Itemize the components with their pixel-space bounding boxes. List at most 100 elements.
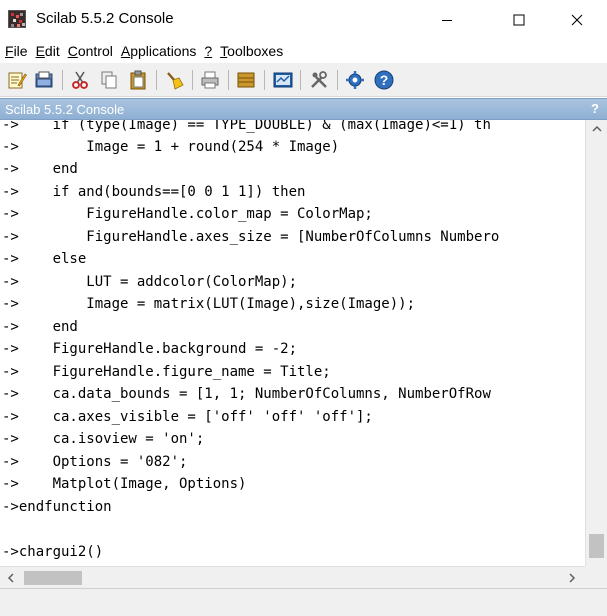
console-line: -> FigureHandle.axes_size = [NumberOfCol… <box>2 226 499 248</box>
console-code: Image = 1 + round(254 * Image) <box>18 139 340 155</box>
cut-icon <box>72 71 88 89</box>
scroll-right-button[interactable] <box>563 569 581 587</box>
console-line: -> FigureHandle.figure_name = Title; <box>2 361 331 383</box>
file-browser-button[interactable] <box>234 68 258 92</box>
horizontal-scrollbar[interactable] <box>0 566 585 588</box>
console-prompt: -> <box>2 120 19 133</box>
toolbar-separator <box>228 70 229 90</box>
console-line: -> if and(bounds==[0 0 1 1]) then <box>2 181 305 203</box>
console-prompt: -> <box>2 161 19 177</box>
console-line: -> FigureHandle.color_map = ColorMap; <box>2 203 373 225</box>
console-line: -> Options = '082'; <box>2 451 187 473</box>
console-line: -> LUT = addcolor(ColorMap); <box>2 271 297 293</box>
console-line: ->chargui2() <box>2 541 103 563</box>
variable-browser-icon <box>273 72 293 88</box>
console-title: Scilab 5.5.2 Console <box>5 102 125 117</box>
menu-file[interactable]: File <box>5 39 28 63</box>
print-button[interactable] <box>198 68 222 92</box>
console-prompt: -> <box>2 364 19 380</box>
console-output[interactable]: -> if (type(Image) == TYPE_DOUBLE) & (ma… <box>0 120 585 566</box>
console-help-button[interactable]: ? <box>591 101 599 116</box>
scroll-up-button[interactable] <box>586 120 607 138</box>
clear-console-button[interactable] <box>162 68 186 92</box>
demos-button[interactable] <box>343 68 367 92</box>
console-line: ->endfunction <box>2 496 112 518</box>
chevron-up-icon <box>591 125 602 132</box>
toolbar-separator <box>300 70 301 90</box>
close-icon <box>571 14 583 25</box>
horizontal-scroll-thumb[interactable] <box>24 571 82 585</box>
maximize-icon <box>513 14 525 25</box>
console-line: -> else <box>2 248 86 270</box>
chevron-left-icon <box>7 573 14 583</box>
scrollbar-corner <box>585 566 607 588</box>
menu-edit[interactable]: Edit <box>36 39 60 63</box>
console-prompt: -> <box>2 296 19 312</box>
console-prompt: -> <box>2 206 19 222</box>
console-prompt: -> <box>2 454 19 470</box>
console-line: -> Matplot(Image, Options) <box>2 473 246 495</box>
console-header: Scilab 5.5.2 Console ? <box>0 98 607 120</box>
console-code: if (type(Image) == TYPE_DOUBLE) & (max(I… <box>18 120 491 133</box>
console-prompt: -> <box>2 431 19 447</box>
minimize-button[interactable] <box>424 0 470 39</box>
console-code: FigureHandle.color_map = ColorMap; <box>18 206 373 222</box>
chevron-right-icon <box>569 573 576 583</box>
vertical-scroll-thumb[interactable] <box>589 534 604 558</box>
toolbar-separator <box>264 70 265 90</box>
console-code: endfunction <box>18 499 112 515</box>
console-line: -> ca.isoview = 'on'; <box>2 428 204 450</box>
console-code: Matplot(Image, Options) <box>18 476 247 492</box>
console-code: Options = '082'; <box>18 454 188 470</box>
menu-control[interactable]: Control <box>68 39 113 63</box>
toolbar-separator <box>156 70 157 90</box>
console-prompt: -> <box>2 386 19 402</box>
paste-button[interactable] <box>126 68 150 92</box>
console-line: -> ca.axes_visible = ['off' 'off' 'off']… <box>2 406 373 428</box>
toolbar-separator <box>337 70 338 90</box>
console-prompt: -> <box>2 229 19 245</box>
toolbar-separator <box>62 70 63 90</box>
console-code: FigureHandle.background = -2; <box>18 341 298 357</box>
variable-browser-button[interactable] <box>271 68 295 92</box>
console-line: -> FigureHandle.background = -2; <box>2 338 297 360</box>
console-code: if and(bounds==[0 0 1 1]) then <box>18 184 306 200</box>
scroll-left-button[interactable] <box>2 569 20 587</box>
console-line: -> end <box>2 316 78 338</box>
close-button[interactable] <box>554 0 600 39</box>
paste-icon <box>130 70 146 90</box>
console-code: FigureHandle.axes_size = [NumberOfColumn… <box>18 229 500 245</box>
console-code: end <box>18 319 78 335</box>
console-prompt: -> <box>2 341 19 357</box>
console-prompt: -> <box>2 139 19 155</box>
module-manager-icon <box>311 71 327 88</box>
menu-help[interactable]: ? <box>204 39 212 63</box>
clear-console-icon <box>167 72 184 90</box>
toolbar-separator <box>192 70 193 90</box>
copy-icon <box>101 71 117 89</box>
module-manager-button[interactable] <box>307 68 331 92</box>
console-prompt: -> <box>2 476 19 492</box>
console-prompt: -> <box>2 274 19 290</box>
menu-toolboxes[interactable]: Toolboxes <box>220 39 283 63</box>
console-code: end <box>18 161 78 177</box>
console-prompt: -> <box>2 251 19 267</box>
menu-applications[interactable]: Applications <box>121 39 197 63</box>
status-bar <box>0 588 607 616</box>
menu-bar: File Edit Control Applications ? Toolbox… <box>0 39 607 63</box>
vertical-scrollbar[interactable] <box>585 120 607 566</box>
open-folder-icon <box>35 71 53 88</box>
copy-button[interactable] <box>97 68 121 92</box>
console-prompt: -> <box>2 499 19 515</box>
cut-button[interactable] <box>68 68 92 92</box>
console-line: -> Image = matrix(LUT(Image),size(Image)… <box>2 293 415 315</box>
console-prompt: -> <box>2 184 19 200</box>
open-file-button[interactable] <box>32 68 56 92</box>
console-code: Image = matrix(LUT(Image),size(Image)); <box>18 296 416 312</box>
scilab-app-icon[interactable] <box>8 10 26 28</box>
console-line: -> end <box>2 158 78 180</box>
maximize-button[interactable] <box>496 0 542 39</box>
svg-text:?: ? <box>380 72 389 88</box>
scinotes-button[interactable] <box>5 68 29 92</box>
help-button[interactable]: ? <box>372 68 396 92</box>
